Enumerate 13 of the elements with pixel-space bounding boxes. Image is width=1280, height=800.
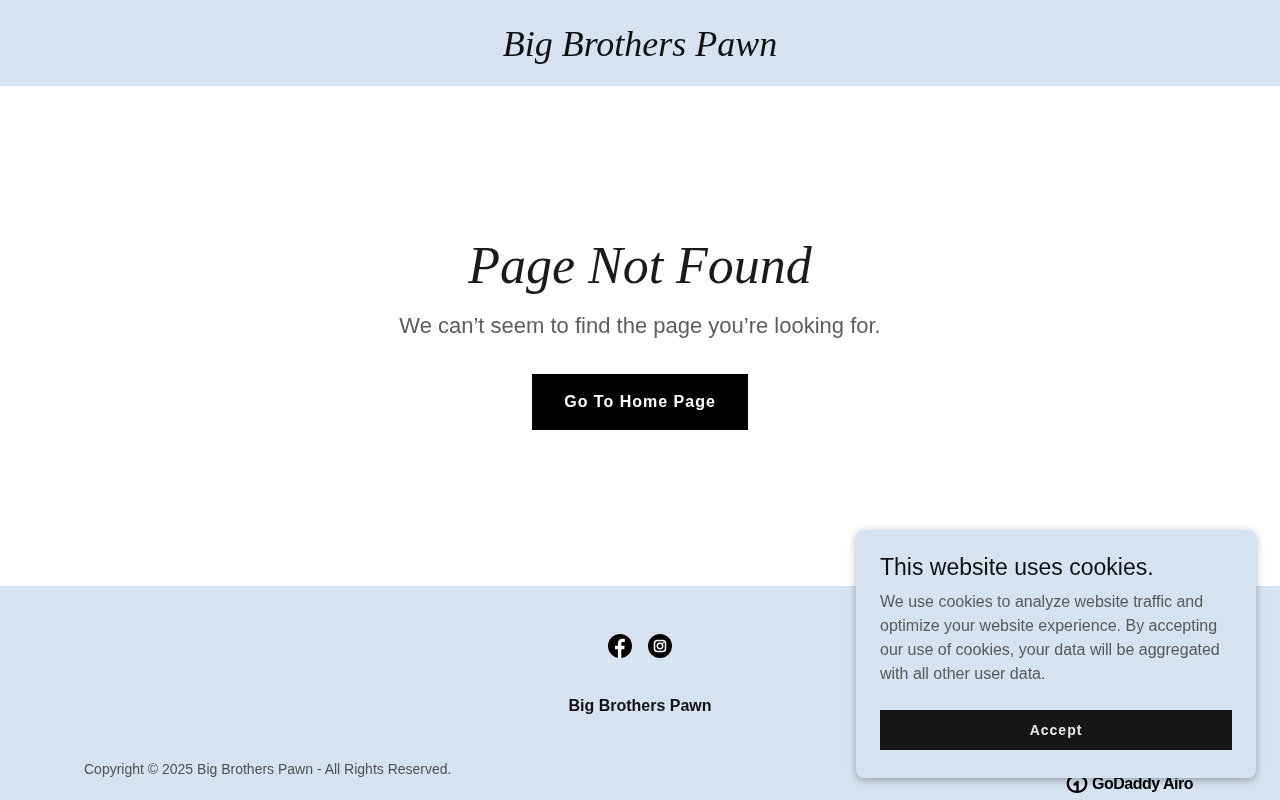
cookie-title: This website uses cookies. (880, 553, 1155, 582)
instagram-icon[interactable] (648, 634, 672, 658)
site-title-link[interactable]: Big Brothers Pawn (502, 20, 778, 66)
not-found-message: We can’t seem to find the page you’re looking for. (399, 312, 881, 340)
copyright-text: Copyright © 2025 Big Brothers Pawn - All Rights Reserved. (84, 760, 452, 779)
powered-by-link[interactable]: GoDaddy Airo (1066, 775, 1193, 793)
cookie-text: We use cookies to analyze website traffic and optimize your website experience. By accepting our use of cookies, your data will be aggregated with all other user data. (880, 592, 1221, 684)
swirl-logo-icon (1066, 775, 1089, 793)
accept-button[interactable]: Accept (880, 710, 1232, 750)
business-name: Big Brothers Pawn (568, 696, 712, 716)
facebook-icon[interactable] (608, 634, 632, 658)
home-page-button[interactable]: Go To Home Page (532, 374, 748, 430)
page-heading: Page Not Found (468, 236, 812, 296)
